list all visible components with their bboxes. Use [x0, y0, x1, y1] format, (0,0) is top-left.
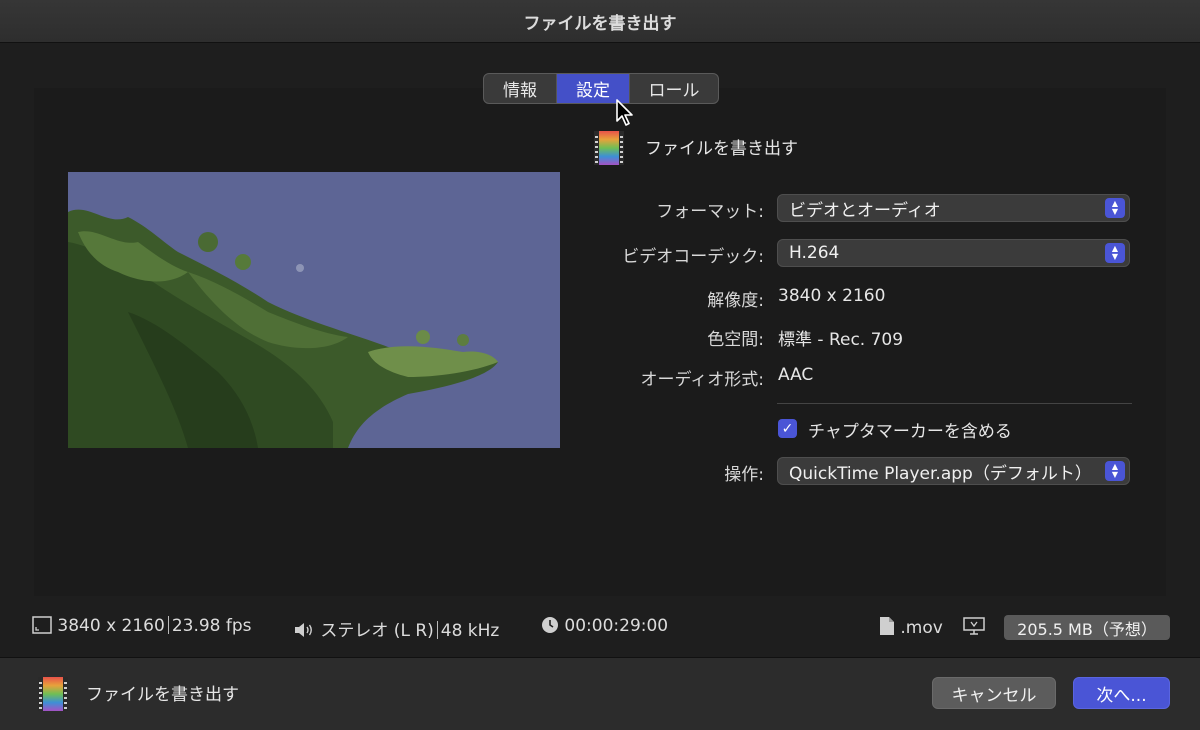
export-dialog: ファイルを書き出す 情報 設定 ロール ファイルを書き出す フォーマット: ビデ…	[0, 0, 1200, 730]
action-select-value: QuickTime Player.app（デフォルト）	[789, 463, 1092, 484]
separator	[436, 621, 438, 639]
dialog-footer: ファイルを書き出す キャンセル 次へ...	[0, 657, 1200, 730]
action-select[interactable]: QuickTime Player.app（デフォルト） ▲ ▼	[777, 457, 1130, 485]
cancel-button[interactable]: キャンセル	[932, 677, 1056, 709]
tree-foliage-image	[68, 209, 498, 448]
document-icon	[880, 617, 894, 635]
footer-destination-label: ファイルを書き出す	[86, 685, 239, 705]
resolution-label: 解像度:	[707, 291, 764, 311]
resolution-value: 3840 x 2160	[778, 286, 886, 306]
updown-chevron-icon: ▲ ▼	[1105, 198, 1125, 218]
speaker-icon	[295, 623, 312, 637]
film-strip-icon	[38, 677, 68, 711]
divider	[777, 403, 1132, 404]
video-codec-label: ビデオコーデック:	[622, 247, 764, 267]
info-audio: ステレオ (L R)	[320, 621, 434, 641]
audio-format-value: AAC	[778, 365, 814, 385]
video-codec-select[interactable]: H.264 ▲ ▼	[777, 239, 1130, 267]
chapter-markers-checkbox[interactable]: ✓	[778, 419, 797, 438]
format-select[interactable]: ビデオとオーディオ ▲ ▼	[777, 194, 1130, 222]
format-select-value: ビデオとオーディオ	[789, 200, 941, 221]
color-space-label: 色空間:	[707, 330, 764, 350]
frame-size-icon	[32, 616, 52, 634]
monitor-icon	[962, 616, 986, 638]
next-button[interactable]: 次へ...	[1073, 677, 1170, 709]
chapter-markers-label[interactable]: チャプタマーカーを含める	[808, 417, 1012, 442]
dialog-title: ファイルを書き出す	[0, 0, 1200, 43]
video-codec-select-value: H.264	[789, 243, 840, 263]
color-space-value: 標準 - Rec. 709	[778, 330, 904, 350]
info-sample-rate: 48 kHz	[440, 621, 500, 641]
action-label: 操作:	[724, 465, 764, 485]
file-info: .mov	[879, 616, 943, 638]
film-strip-icon	[594, 131, 624, 165]
separator	[167, 616, 169, 634]
info-fps: 23.98 fps	[171, 616, 252, 636]
updown-chevron-icon: ▲ ▼	[1105, 243, 1125, 263]
audio-format-label: オーディオ形式:	[640, 370, 764, 390]
duration-info: 00:00:29:00	[541, 616, 668, 636]
info-resolution: 3840 x 2160	[57, 616, 165, 636]
tab-roles[interactable]: ロール	[630, 74, 718, 103]
tab-info[interactable]: 情報	[484, 74, 557, 103]
clock-icon	[542, 617, 558, 633]
destination-name: ファイルを書き出す	[645, 139, 798, 159]
info-duration: 00:00:29:00	[564, 616, 669, 636]
info-extension: .mov	[900, 618, 943, 638]
estimated-size-badge: 205.5 MB（予想）	[1004, 615, 1170, 640]
audio-info: ステレオ (L R) 48 kHz	[293, 616, 499, 641]
mouse-cursor-icon	[616, 99, 633, 126]
resolution-info: 3840 x 2160 23.98 fps	[32, 616, 252, 636]
updown-chevron-icon: ▲ ▼	[1105, 461, 1125, 481]
video-preview	[68, 172, 560, 448]
tab-bar: 情報 設定 ロール	[483, 73, 719, 104]
format-label: フォーマット:	[656, 202, 764, 222]
